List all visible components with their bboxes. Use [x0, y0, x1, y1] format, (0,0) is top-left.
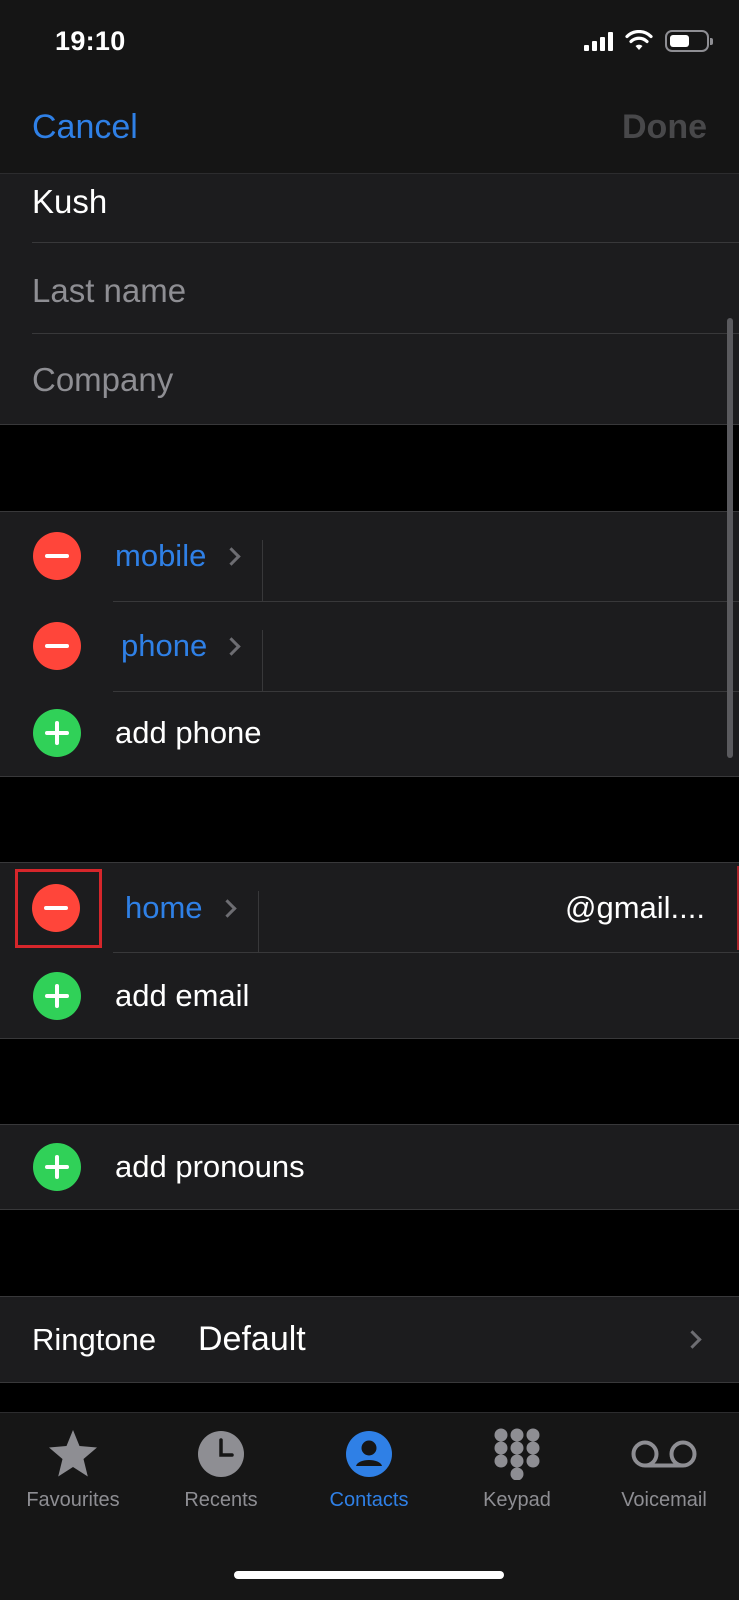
done-button[interactable]: Done [622, 108, 707, 147]
wifi-icon [625, 30, 653, 50]
add-email-label: add email [115, 978, 250, 1013]
delete-phone-button[interactable] [33, 532, 81, 580]
add-pronouns-row[interactable]: add pronouns [0, 1125, 739, 1209]
add-phone-label: add phone [115, 715, 262, 750]
add-email-button[interactable] [33, 972, 81, 1020]
star-icon [49, 1430, 97, 1477]
tab-recents[interactable]: Recents [151, 1425, 291, 1512]
first-name-value: Kush [32, 183, 108, 220]
clock-icon [198, 1431, 244, 1477]
first-name-field[interactable]: Kush [0, 174, 739, 243]
person-circle-icon [346, 1431, 392, 1477]
cellular-signal-icon [584, 31, 613, 51]
minus-icon [45, 554, 69, 558]
phone-label-phone[interactable]: phone [121, 628, 207, 664]
company-placeholder: Company [32, 361, 174, 398]
chevron-right-icon [683, 1330, 702, 1349]
tab-label: Recents [184, 1489, 258, 1511]
ringtone-row[interactable]: Ringtone Default [0, 1297, 739, 1382]
add-email-row[interactable]: add email [0, 953, 739, 1039]
status-bar: 19:10 [0, 0, 739, 88]
phone-row-mobile: mobile [0, 512, 739, 602]
last-name-placeholder: Last name [32, 272, 187, 309]
tab-label: Contacts [329, 1489, 409, 1511]
plus-icon [45, 984, 69, 1008]
highlight-box [15, 869, 102, 948]
ringtone-section: Ringtone Default [0, 1296, 739, 1383]
scrollbar[interactable] [727, 318, 733, 758]
phone-row-phone: phone [0, 602, 739, 692]
tab-voicemail[interactable]: Voicemail [594, 1425, 734, 1512]
ringtone-value: Default [198, 1320, 306, 1358]
delete-phone-button[interactable] [33, 622, 81, 670]
cancel-button[interactable]: Cancel [32, 108, 138, 147]
add-phone-button[interactable] [33, 709, 81, 757]
plus-icon [45, 721, 69, 745]
chevron-right-icon [222, 547, 241, 566]
tab-label: Favourites [26, 1489, 120, 1511]
email-value[interactable]: @gmail.... [565, 890, 705, 926]
email-label-home[interactable]: home [125, 890, 203, 926]
add-phone-row[interactable]: add phone [0, 692, 739, 776]
name-section: Kush Last name Company [0, 174, 739, 425]
keypad-icon [494, 1428, 540, 1480]
email-row-home: home @gmail.... [0, 863, 739, 953]
voicemail-icon [631, 1440, 697, 1468]
plus-icon [45, 1155, 69, 1179]
last-name-field[interactable]: Last name [0, 243, 739, 334]
nav-bar: Cancel Done [0, 88, 739, 174]
tab-label: Voicemail [621, 1489, 707, 1511]
phone-section: mobile phone add phone [0, 511, 739, 777]
ringtone-label: Ringtone [32, 1322, 157, 1357]
chevron-right-icon [218, 899, 237, 918]
home-indicator[interactable] [234, 1571, 504, 1579]
tab-label: Keypad [483, 1489, 551, 1511]
add-pronouns-button[interactable] [33, 1143, 81, 1191]
company-field[interactable]: Company [0, 334, 739, 425]
chevron-right-icon [222, 637, 241, 656]
tab-keypad[interactable]: Keypad [447, 1425, 587, 1512]
status-time: 19:10 [55, 26, 126, 56]
minus-icon [45, 644, 69, 648]
email-section: home @gmail.... add email [0, 862, 739, 1039]
battery-icon [665, 30, 713, 52]
status-icons [584, 30, 713, 52]
tab-contacts[interactable]: Contacts [299, 1425, 439, 1512]
pronouns-section: add pronouns [0, 1124, 739, 1210]
tab-favourites[interactable]: Favourites [3, 1425, 143, 1512]
add-pronouns-label: add pronouns [115, 1149, 305, 1184]
phone-label-mobile[interactable]: mobile [115, 538, 206, 574]
